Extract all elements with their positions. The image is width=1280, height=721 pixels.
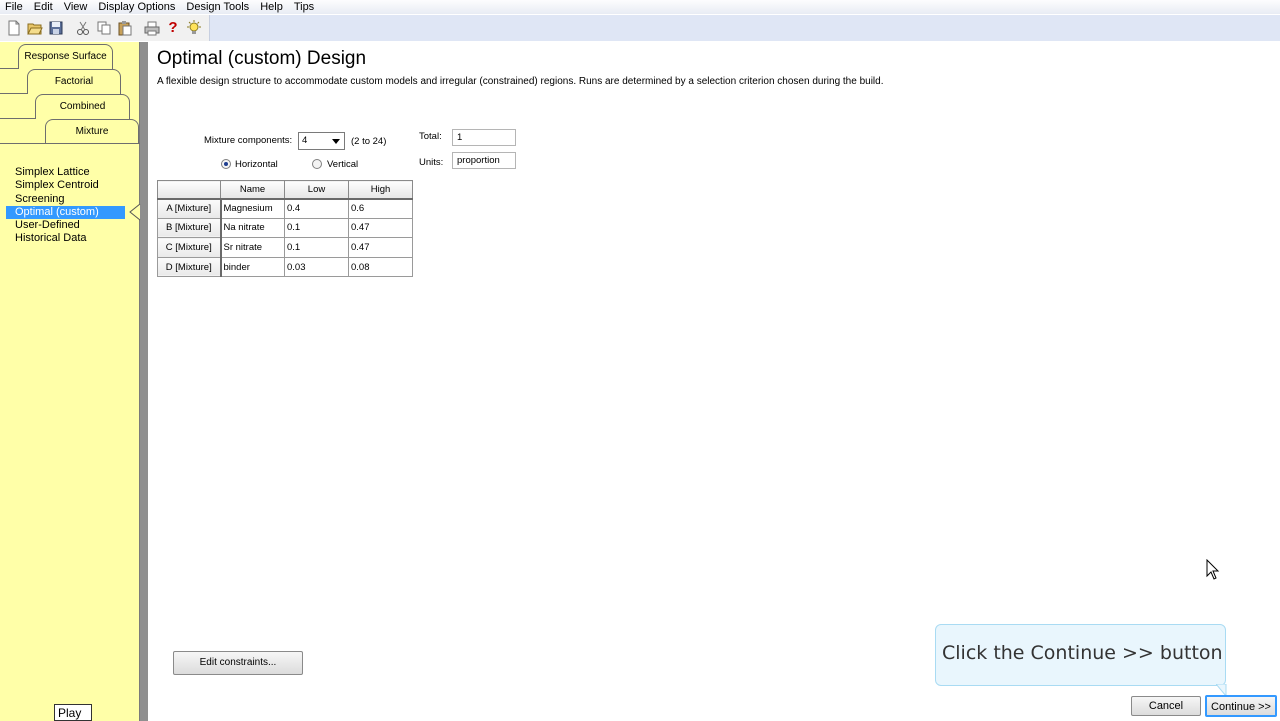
menu-view[interactable]: View [59, 1, 94, 14]
total-label: Total: [419, 131, 442, 142]
tab-combined[interactable]: Combined [35, 94, 130, 119]
vertical-radio-label: Vertical [327, 159, 359, 170]
new-icon[interactable] [6, 20, 22, 36]
page-title: Optimal (custom) Design [157, 48, 367, 69]
toolbar-buttons: ? [0, 15, 210, 41]
row-header[interactable]: B [Mixture] [157, 217, 222, 239]
play-button[interactable]: Play [54, 704, 92, 721]
continue-button[interactable]: Continue >> [1205, 695, 1277, 717]
mixture-components-label: Mixture components: [204, 135, 293, 146]
tutorial-callout: Click the Continue >> button [935, 624, 1226, 686]
header-name: Name [220, 180, 285, 200]
selection-pointer [129, 204, 141, 221]
cell-low[interactable]: 0.1 [284, 217, 349, 239]
cell-low[interactable]: 0.03 [284, 256, 349, 278]
chevron-down-icon [332, 139, 340, 144]
cell-name[interactable]: Na nitrate [220, 217, 285, 239]
paste-icon[interactable] [117, 20, 133, 36]
mixture-components-select[interactable]: 4 [298, 132, 345, 150]
design-simplex-centroid[interactable]: Simplex Centroid [15, 179, 125, 192]
menu-tips[interactable]: Tips [289, 1, 320, 14]
header-high: High [348, 180, 413, 200]
components-range: (2 to 24) [351, 136, 387, 147]
design-list: Simplex Lattice Simplex Centroid Screeni… [6, 166, 125, 246]
row-header[interactable]: D [Mixture] [157, 256, 222, 278]
tab-response-surface[interactable]: Response Surface [18, 44, 113, 69]
cell-low[interactable]: 0.4 [284, 198, 349, 219]
cancel-button[interactable]: Cancel [1131, 696, 1201, 716]
print-icon[interactable] [144, 20, 160, 36]
help-icon[interactable]: ? [165, 20, 181, 36]
design-type-sidebar: Response Surface Factorial Combined Mixt… [0, 42, 140, 721]
design-historical-data[interactable]: Historical Data [15, 232, 125, 245]
design-simplex-lattice[interactable]: Simplex Lattice [15, 166, 125, 179]
menu-display-options[interactable]: Display Options [93, 1, 181, 14]
design-optimal-custom[interactable]: Optimal (custom) [6, 205, 125, 220]
components-table: Name Low High A [Mixture] Magnesium 0.4 … [157, 180, 413, 278]
sidebar-splitter[interactable] [140, 42, 148, 721]
vertical-radio[interactable] [312, 159, 322, 169]
cut-icon[interactable] [75, 20, 91, 36]
cell-name[interactable]: Magnesium [220, 198, 285, 219]
table-row: B [Mixture] Na nitrate 0.1 0.47 [157, 217, 413, 239]
design-screening[interactable]: Screening [15, 193, 125, 206]
cell-high[interactable]: 0.47 [348, 237, 413, 258]
cell-name[interactable]: Sr nitrate [220, 237, 285, 258]
row-header[interactable]: A [Mixture] [157, 198, 222, 219]
cell-name[interactable]: binder [220, 256, 285, 278]
save-icon[interactable] [48, 20, 64, 36]
menu-bar: File Edit View Display Options Design To… [0, 0, 1280, 14]
total-field[interactable]: 1 [452, 129, 516, 146]
units-label: Units: [419, 157, 444, 168]
row-header[interactable]: C [Mixture] [157, 237, 222, 258]
tips-icon[interactable] [186, 20, 202, 36]
table-header-row: Name Low High [157, 180, 413, 200]
menu-edit[interactable]: Edit [29, 1, 59, 14]
menu-help[interactable]: Help [255, 1, 289, 14]
table-row: D [Mixture] binder 0.03 0.08 [157, 256, 413, 278]
tab-mixture[interactable]: Mixture [45, 119, 139, 143]
cell-low[interactable]: 0.1 [284, 237, 349, 258]
design-user-defined[interactable]: User-Defined [15, 219, 125, 232]
cell-high[interactable]: 0.6 [348, 198, 413, 219]
open-icon[interactable] [27, 20, 43, 36]
page-description: A flexible design structure to accommoda… [157, 76, 884, 87]
menu-file[interactable]: File [0, 1, 29, 14]
units-field[interactable]: proportion [452, 152, 516, 169]
edit-constraints-button[interactable]: Edit constraints... [173, 651, 303, 675]
header-corner [157, 180, 221, 200]
cell-high[interactable]: 0.08 [348, 256, 413, 278]
mixture-components-value: 4 [302, 135, 308, 146]
tab-factorial[interactable]: Factorial [27, 69, 121, 94]
mouse-cursor-icon [1206, 559, 1220, 580]
table-row: C [Mixture] Sr nitrate 0.1 0.47 [157, 237, 413, 258]
copy-icon[interactable] [96, 20, 112, 36]
horizontal-radio-label: Horizontal [235, 159, 278, 170]
cell-high[interactable]: 0.47 [348, 217, 413, 239]
table-row: A [Mixture] Magnesium 0.4 0.6 [157, 198, 413, 219]
horizontal-radio[interactable] [221, 159, 231, 169]
menu-design-tools[interactable]: Design Tools [181, 1, 255, 14]
toolbar: ? [0, 15, 1280, 41]
header-low: Low [284, 180, 349, 200]
